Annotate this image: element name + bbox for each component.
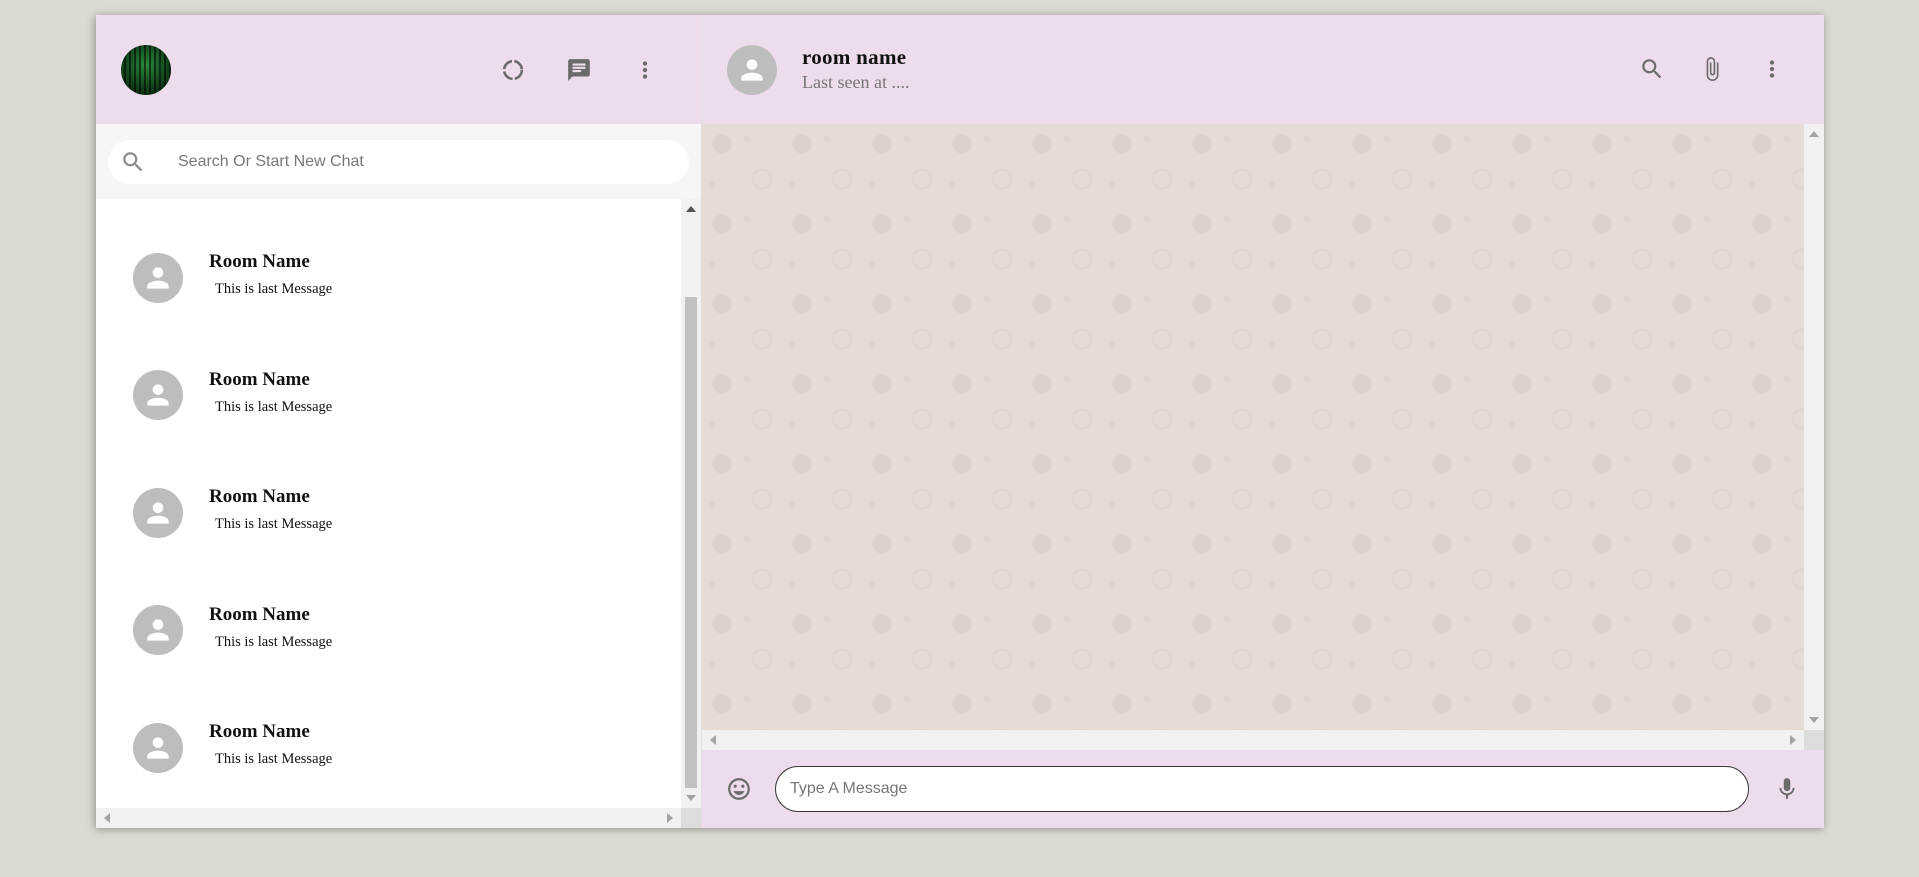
chat-info: Room Name This is last Message [209,604,332,651]
chat-list-vertical-scrollbar[interactable] [681,199,701,808]
chat-header-icons [1630,47,1794,91]
scroll-right-arrow-icon[interactable] [667,813,673,823]
chat-info: Room Name This is last Message [209,721,332,768]
sidebar-search [96,124,701,199]
room-name: Room Name [209,368,310,390]
chat-body-horizontal-scrollbar[interactable] [702,730,1804,750]
more-vert-icon[interactable] [623,48,667,92]
sidebar-header-icons [491,48,667,92]
chat-list-item[interactable]: Room Name This is last Message [96,454,681,572]
search-icon [123,151,143,171]
avatar [133,722,183,773]
chat-body-vertical-scrollbar[interactable] [1804,124,1824,730]
chat-avatar[interactable] [727,44,777,95]
sidebar: Room Name This is last Message Room Name… [96,15,701,828]
avatar [133,370,183,421]
more-vert-icon[interactable] [1750,47,1794,91]
chat-list-item[interactable]: Room Name This is last Message [96,572,681,690]
last-message: This is last Message [215,398,333,415]
avatar [133,487,183,538]
scroll-right-arrow-icon[interactable] [1790,735,1796,745]
app-container: Room Name This is last Message Room Name… [96,15,1824,828]
message-input[interactable] [775,766,1749,812]
room-name: Room Name [209,251,310,273]
scroll-down-arrow-icon[interactable] [1809,717,1819,723]
chat-list-item[interactable]: Room Name This is last Message [96,337,681,455]
scrollbar-thumb[interactable] [685,297,697,788]
person-icon [147,619,169,641]
sidebar-header [96,15,701,124]
room-name: Room Name [209,486,310,508]
chat-list-container: Room Name This is last Message Room Name… [96,199,701,828]
person-icon [147,737,169,759]
chat-list: Room Name This is last Message Room Name… [96,199,681,808]
status-icon[interactable] [491,48,535,92]
chat-info: Room Name This is last Message [209,486,332,533]
room-name: Room Name [209,603,310,625]
person-icon [147,502,169,524]
chat-info: Room Name This is last Message [209,369,332,416]
last-seen: Last seen at .... [802,71,910,92]
chat-list-horizontal-scrollbar[interactable] [96,808,681,828]
last-message: This is last Message [215,281,333,298]
avatar [133,605,183,656]
scroll-up-arrow-icon[interactable] [1809,131,1819,137]
emoji-icon[interactable] [717,767,761,811]
chat-list-item[interactable]: Room Name This is last Message [96,219,681,337]
chat-body-container [702,124,1824,750]
attach-file-icon[interactable] [1690,47,1734,91]
avatar [133,252,183,303]
chat-header-info: room name Last seen at .... [802,45,909,93]
search-icon[interactable] [1630,47,1674,91]
search-input[interactable] [176,151,689,172]
last-message: This is last Message [215,633,333,650]
chat-info: Room Name This is last Message [209,251,332,298]
room-name: Room Name [209,721,310,743]
chat-body [702,124,1804,730]
person-icon [147,267,169,289]
scroll-down-arrow-icon[interactable] [686,795,696,801]
last-message: This is last Message [215,516,333,533]
message-form [775,766,1749,812]
user-avatar[interactable] [121,44,171,95]
scroll-up-arrow-icon[interactable] [686,206,696,212]
mic-icon[interactable] [1765,767,1809,811]
last-message: This is last Message [215,751,333,768]
scrollbar-corner [681,808,701,828]
person-icon [147,384,169,406]
scroll-left-arrow-icon[interactable] [710,735,716,745]
chat-list-item[interactable]: Room Name This is last Message [96,689,681,807]
chat-footer [702,750,1824,828]
scrollbar-corner [1804,730,1824,750]
chat-header: room name Last seen at .... [702,15,1824,124]
person-icon [741,58,763,81]
chat-icon[interactable] [557,48,601,92]
scroll-left-arrow-icon[interactable] [104,813,110,823]
chat-room-name: room name [802,44,907,69]
chat-panel: room name Last seen at .... [701,15,1824,828]
search-container [108,139,689,184]
